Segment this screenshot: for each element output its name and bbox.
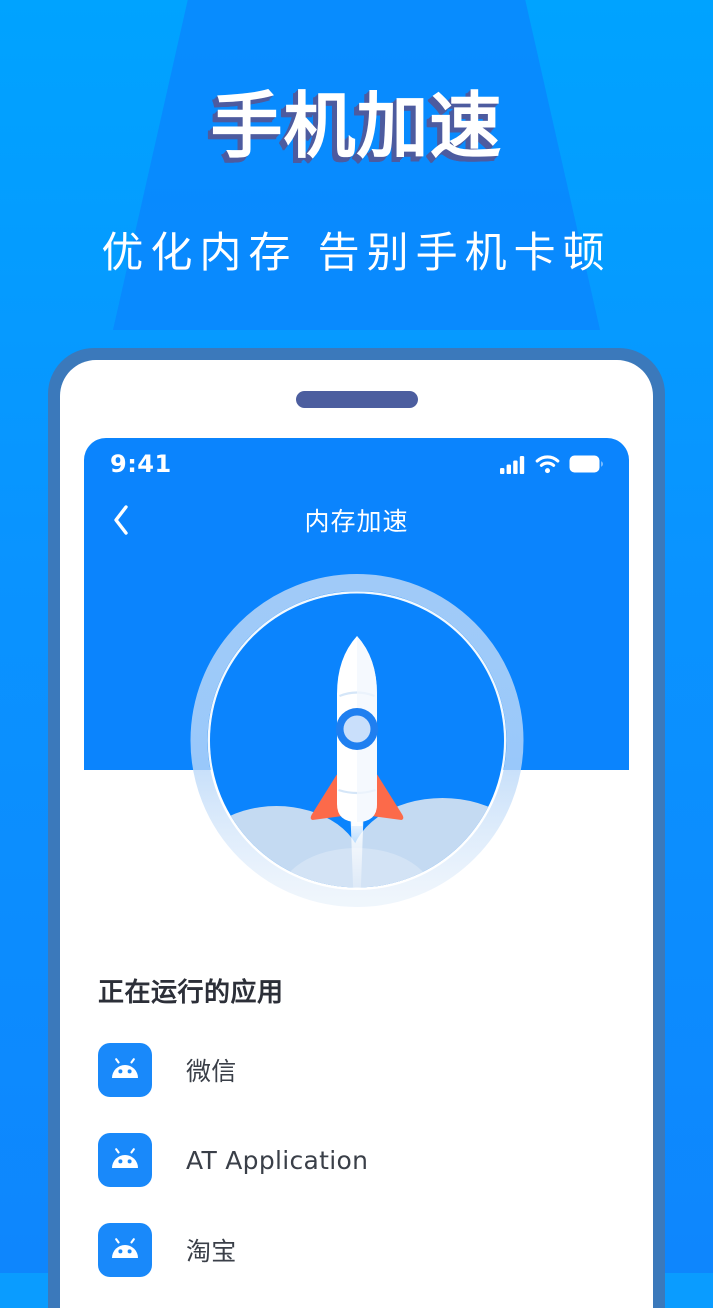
nav-title: 内存加速 (304, 507, 409, 536)
app-name: AT Application (186, 1145, 369, 1175)
section-heading: 正在运行的应用 (98, 978, 284, 1008)
app-name: 微信 (186, 1057, 237, 1086)
battery-icon (569, 455, 603, 473)
page-title: 手机加速 (210, 84, 503, 168)
running-apps-section: 正在运行的应用 微信 AT Application 淘宝 (60, 972, 653, 1279)
phone-speaker-grille (295, 391, 418, 408)
subheadline-container: 优化内存 告别手机卡顿 (0, 228, 713, 278)
memory-boost-gauge (190, 574, 523, 907)
signal-bars-icon (500, 455, 525, 474)
list-item[interactable]: 淘宝 (60, 1221, 653, 1279)
status-time: 9:41 (110, 450, 172, 478)
app-name: 淘宝 (186, 1237, 237, 1266)
chevron-left-icon (114, 505, 128, 535)
status-bar-icons (500, 454, 603, 474)
status-bar: 9:41 (84, 438, 629, 490)
android-robot-icon (98, 1133, 152, 1187)
headline-container: 手机加速 (0, 88, 713, 164)
page-subtitle: 优化内存 告别手机卡顿 (101, 228, 612, 277)
list-item[interactable]: 微信 (60, 1041, 653, 1099)
phone-screen: 9:41 内存加速 正在运行的应用 微信 AT Application 淘宝 (60, 360, 653, 1308)
phone-mockup: 9:41 内存加速 正在运行的应用 微信 AT Application 淘宝 (48, 348, 665, 1308)
android-robot-icon (98, 1223, 152, 1277)
nav-bar: 内存加速 (84, 490, 629, 550)
wifi-icon (535, 454, 560, 473)
android-robot-icon (98, 1043, 152, 1097)
back-button[interactable] (106, 503, 136, 537)
list-item[interactable]: AT Application (60, 1131, 653, 1189)
